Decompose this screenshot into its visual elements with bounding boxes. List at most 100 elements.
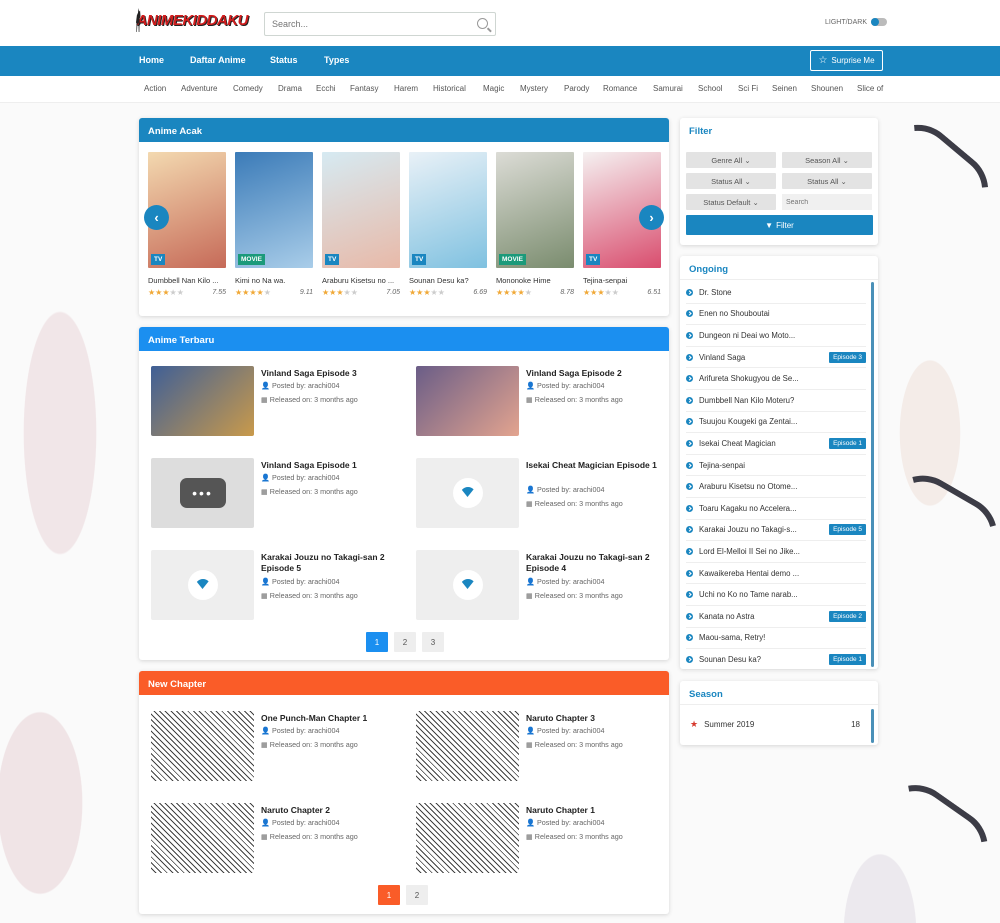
nav-daftar-anime[interactable]: Daftar Anime (190, 55, 246, 65)
genre-link[interactable]: Fantasy (350, 84, 378, 93)
nav-types[interactable]: Types (324, 55, 349, 65)
ongoing-item[interactable]: Lord El-Melloi II Sei no Jike... (686, 541, 866, 563)
genre-link[interactable]: Ecchi (316, 84, 336, 93)
ongoing-item[interactable]: Vinland Saga Episode 3 (686, 347, 866, 369)
ongoing-item[interactable]: Toaru Kagaku no Accelera... (686, 498, 866, 520)
genre-link[interactable]: Shounen (811, 84, 843, 93)
status-dropdown[interactable]: Status All ⌄ (686, 173, 776, 189)
post-title[interactable]: Vinland Saga Episode 2 (526, 368, 676, 379)
genre-link[interactable]: Seinen (772, 84, 797, 93)
ongoing-item[interactable]: Uchi no Ko no Tame narab... (686, 584, 866, 606)
ongoing-item[interactable]: Sounan Desu ka? Episode 1 (686, 649, 866, 671)
search-icon[interactable] (477, 18, 488, 29)
post-title[interactable]: One Punch-Man Chapter 1 (261, 713, 411, 724)
ongoing-name[interactable]: Dungeon ni Deai wo Moto... (699, 331, 795, 340)
ongoing-scrollbar[interactable] (871, 282, 874, 667)
post-title[interactable]: Naruto Chapter 3 (526, 713, 676, 724)
ongoing-item[interactable]: Tsuujou Kougeki ga Zentai... (686, 412, 866, 434)
anime-card[interactable]: TV Sounan Desu ka? ★★★★★ 6.69 (409, 152, 487, 297)
ongoing-name[interactable]: Isekai Cheat Magician (699, 439, 776, 448)
anime-card-title[interactable]: Dumbbell Nan Kilo ... (148, 276, 226, 285)
anime-cover-image[interactable]: TV (322, 152, 400, 268)
order-dropdown[interactable]: Status Default ⌄ (686, 194, 776, 210)
nav-status[interactable]: Status (270, 55, 298, 65)
ongoing-name[interactable]: Lord El-Melloi II Sei no Jike... (699, 547, 800, 556)
post-title[interactable]: Naruto Chapter 1 (526, 805, 676, 816)
ongoing-name[interactable]: Enen no Shouboutai (699, 309, 770, 318)
post-title[interactable]: Vinland Saga Episode 3 (261, 368, 411, 379)
genre-link[interactable]: Adventure (181, 84, 217, 93)
ongoing-item[interactable]: Kanata no Astra Episode 2 (686, 606, 866, 628)
anime-card[interactable]: MOVIE Kimi no Na wa. ★★★★★ 9.11 (235, 152, 313, 297)
post-thumbnail[interactable] (151, 550, 254, 620)
page-1-button[interactable]: 1 (366, 632, 388, 652)
ongoing-name[interactable]: Dr. Stone (699, 288, 732, 297)
ongoing-item[interactable]: Maou-sama, Retry! (686, 628, 866, 650)
genre-link[interactable]: Mystery (520, 84, 548, 93)
post-item[interactable]: One Punch-Man Chapter 1 👤 Posted by: arac… (151, 711, 411, 787)
ongoing-name[interactable]: Sounan Desu ka? (699, 655, 761, 664)
genre-link[interactable]: Sci Fi (738, 84, 758, 93)
theme-toggle[interactable] (871, 18, 888, 26)
type-dropdown[interactable]: Status All ⌄ (782, 173, 872, 189)
post-thumbnail[interactable]: ••• (151, 458, 254, 528)
genre-link[interactable]: Harem (394, 84, 418, 93)
post-item[interactable]: Vinland Saga Episode 2 👤 Posted by: arach… (416, 366, 676, 442)
season-scrollbar[interactable] (871, 709, 874, 743)
episode-badge[interactable]: Episode 2 (829, 610, 866, 622)
anime-card-title[interactable]: Tejina-senpai (583, 276, 661, 285)
post-item[interactable]: Karakai Jouzu no Takagi-san 2 Episode 4 👤… (416, 550, 676, 626)
post-item[interactable]: Naruto Chapter 2 👤 Posted by: arachi004 ▦ … (151, 803, 411, 879)
page-2-button[interactable]: 2 (406, 885, 428, 905)
ongoing-name[interactable]: Kawaikereba Hentai demo ... (699, 569, 799, 578)
episode-badge[interactable]: Episode 1 (829, 653, 866, 665)
ongoing-item[interactable]: Dr. Stone (686, 282, 866, 304)
ongoing-item[interactable]: Enen no Shouboutai (686, 304, 866, 326)
episode-badge[interactable]: Episode 5 (829, 524, 866, 536)
page-2-button[interactable]: 2 (394, 632, 416, 652)
genre-link[interactable]: Drama (278, 84, 302, 93)
search-input[interactable] (265, 19, 465, 29)
post-title[interactable]: Isekai Cheat Magician Episode 1 (526, 460, 676, 471)
ongoing-name[interactable]: Dumbbell Nan Kilo Moteru? (699, 396, 794, 405)
genre-link[interactable]: Action (144, 84, 166, 93)
anime-card-title[interactable]: Araburu Kisetsu no ... (322, 276, 400, 285)
ongoing-item[interactable]: Dumbbell Nan Kilo Moteru? (686, 390, 866, 412)
post-title[interactable]: Naruto Chapter 2 (261, 805, 411, 816)
ongoing-item[interactable]: Isekai Cheat Magician Episode 1 (686, 433, 866, 455)
post-thumbnail[interactable] (151, 711, 254, 781)
anime-card[interactable]: MOVIE Mononoke Hime ★★★★★ 8.78 (496, 152, 574, 297)
genre-link[interactable]: Slice of (857, 84, 883, 93)
post-thumbnail[interactable] (416, 366, 519, 436)
post-item[interactable]: Naruto Chapter 1 👤 Posted by: arachi004 ▦ … (416, 803, 676, 879)
ongoing-name[interactable]: Toaru Kagaku no Accelera... (699, 504, 797, 513)
post-thumbnail[interactable] (151, 366, 254, 436)
episode-badge[interactable]: Episode 3 (829, 351, 866, 363)
carousel-next-button[interactable]: › (639, 205, 664, 230)
anime-card[interactable]: TV Araburu Kisetsu no ... ★★★★★ 7.05 (322, 152, 400, 297)
genre-dropdown[interactable]: Genre All ⌄ (686, 152, 776, 168)
genre-link[interactable]: Comedy (233, 84, 263, 93)
page-1-button[interactable]: 1 (378, 885, 400, 905)
post-thumbnail[interactable] (416, 458, 519, 528)
ongoing-item[interactable]: Dungeon ni Deai wo Moto... (686, 325, 866, 347)
ongoing-item[interactable]: Karakai Jouzu no Takagi-s... Episode 5 (686, 520, 866, 542)
post-title[interactable]: Vinland Saga Episode 1 (261, 460, 411, 471)
season-item[interactable]: ★ Summer 2019 18 (690, 719, 860, 730)
post-item[interactable]: Vinland Saga Episode 3 👤 Posted by: arach… (151, 366, 411, 442)
genre-link[interactable]: Magic (483, 84, 504, 93)
ongoing-name[interactable]: Tsuujou Kougeki ga Zentai... (699, 417, 797, 426)
genre-link[interactable]: Samurai (653, 84, 683, 93)
ongoing-name[interactable]: Tejina-senpai (699, 461, 745, 470)
genre-link[interactable]: Romance (603, 84, 637, 93)
ongoing-name[interactable]: Arifureta Shokugyou de Se... (699, 374, 799, 383)
post-item[interactable]: Naruto Chapter 3 👤 Posted by: arachi004 ▦ … (416, 711, 676, 787)
page-3-button[interactable]: 3 (422, 632, 444, 652)
surprise-me-button[interactable]: ☆ Surprise Me (810, 50, 883, 71)
post-item[interactable]: Isekai Cheat Magician Episode 1 👤 Posted … (416, 458, 676, 534)
post-title[interactable]: Karakai Jouzu no Takagi-san 2 Episode 4 (526, 552, 676, 574)
filter-button[interactable]: ▼ Filter (686, 215, 873, 235)
post-thumbnail[interactable] (416, 550, 519, 620)
genre-link[interactable]: Historical (433, 84, 466, 93)
ongoing-name[interactable]: Karakai Jouzu no Takagi-s... (699, 525, 797, 534)
